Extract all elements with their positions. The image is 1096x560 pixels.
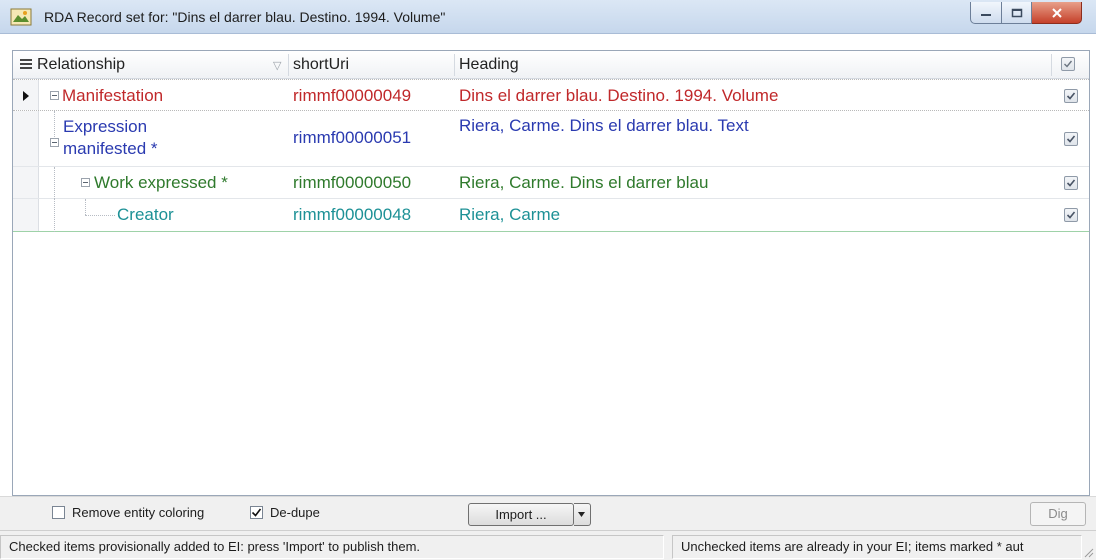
row-selector[interactable]: [13, 167, 39, 198]
remove-entity-coloring-label[interactable]: Remove entity coloring: [72, 505, 204, 520]
chevron-down-icon: [578, 512, 585, 517]
status-bar: Checked items provisionally added to EI:…: [0, 530, 1096, 560]
collapse-icon[interactable]: [50, 91, 59, 100]
app-icon: [10, 8, 32, 26]
import-dropdown-button[interactable]: [574, 503, 591, 526]
check-icon: [1066, 135, 1076, 143]
row-selector[interactable]: [13, 111, 39, 166]
table-row[interactable]: Manifestation rimmf00000049 Dins el darr…: [13, 79, 1089, 111]
de-dupe-checkbox[interactable]: [250, 506, 263, 519]
check-icon: [1064, 60, 1073, 68]
table-row[interactable]: Creator rimmf00000048 Riera, Carme: [13, 199, 1089, 232]
maximize-icon: [1011, 8, 1022, 17]
column-header-relationship[interactable]: Relationship: [37, 51, 125, 79]
minimize-button[interactable]: [970, 2, 1002, 24]
maximize-button[interactable]: [1002, 2, 1032, 24]
collapse-icon[interactable]: [81, 178, 90, 187]
window-title: RDA Record set for: "Dins el darrer blau…: [44, 9, 446, 25]
table-row[interactable]: Work expressed * rimmf00000050 Riera, Ca…: [13, 167, 1089, 199]
collapse-icon[interactable]: [50, 138, 59, 147]
shorturi-cell: rimmf00000048: [293, 205, 412, 224]
remove-entity-coloring-checkbox[interactable]: [52, 506, 65, 519]
import-button[interactable]: Import ...: [468, 503, 574, 526]
row-checkbox[interactable]: [1064, 132, 1078, 146]
record-grid[interactable]: Relationship ▽ shortUri Heading Manifest…: [12, 50, 1090, 496]
check-icon: [1066, 92, 1076, 100]
shorturi-cell: rimmf00000051: [293, 128, 412, 147]
check-icon: [251, 508, 262, 517]
heading-cell: Riera, Carme: [459, 205, 561, 224]
row-selector[interactable]: [13, 80, 39, 110]
shorturi-cell: rimmf00000050: [293, 173, 412, 192]
select-all-checkbox[interactable]: [1061, 57, 1075, 71]
resize-grip-icon[interactable]: [1082, 546, 1094, 558]
heading-cell: Dins el darrer blau. Destino. 1994. Volu…: [459, 86, 779, 105]
minimize-icon: [981, 13, 991, 16]
heading-cell: Riera, Carme. Dins el darrer blau. Text: [459, 116, 749, 135]
column-chooser-icon[interactable]: [19, 57, 33, 71]
relationship-cell: Manifestation: [62, 86, 164, 105]
close-button[interactable]: [1032, 2, 1082, 24]
row-checkbox[interactable]: [1064, 89, 1078, 103]
check-icon: [1066, 179, 1076, 187]
status-right: Unchecked items are already in your EI; …: [672, 535, 1082, 559]
current-row-arrow-icon: [23, 91, 29, 101]
column-header-heading[interactable]: Heading: [459, 51, 519, 79]
heading-cell: Riera, Carme. Dins el darrer blau: [459, 173, 709, 192]
status-left: Checked items provisionally added to EI:…: [0, 535, 664, 559]
relationship-cell: Creator: [117, 205, 174, 224]
table-row[interactable]: Expression manifested * rimmf00000051 Ri…: [13, 111, 1089, 167]
shorturi-cell: rimmf00000049: [293, 86, 412, 105]
dig-button[interactable]: Dig: [1030, 502, 1086, 526]
filter-icon[interactable]: ▽: [273, 59, 281, 72]
bottom-toolbar: Remove entity coloring De-dupe Import ..…: [0, 496, 1096, 530]
relationship-line-2: manifested *: [63, 139, 158, 158]
row-selector[interactable]: [13, 199, 39, 231]
title-bar[interactable]: RDA Record set for: "Dins el darrer blau…: [0, 0, 1096, 34]
row-checkbox[interactable]: [1064, 208, 1078, 222]
column-header-shorturi[interactable]: shortUri: [293, 51, 349, 79]
relationship-cell: Work expressed *: [94, 173, 228, 192]
de-dupe-label[interactable]: De-dupe: [270, 505, 320, 520]
grid-header: Relationship ▽ shortUri Heading: [13, 51, 1089, 79]
relationship-line-1: Expression: [63, 117, 148, 136]
relationship-cell: Expression manifested *: [63, 116, 158, 160]
close-icon: [1051, 7, 1062, 18]
check-icon: [1066, 211, 1076, 219]
row-checkbox[interactable]: [1064, 176, 1078, 190]
